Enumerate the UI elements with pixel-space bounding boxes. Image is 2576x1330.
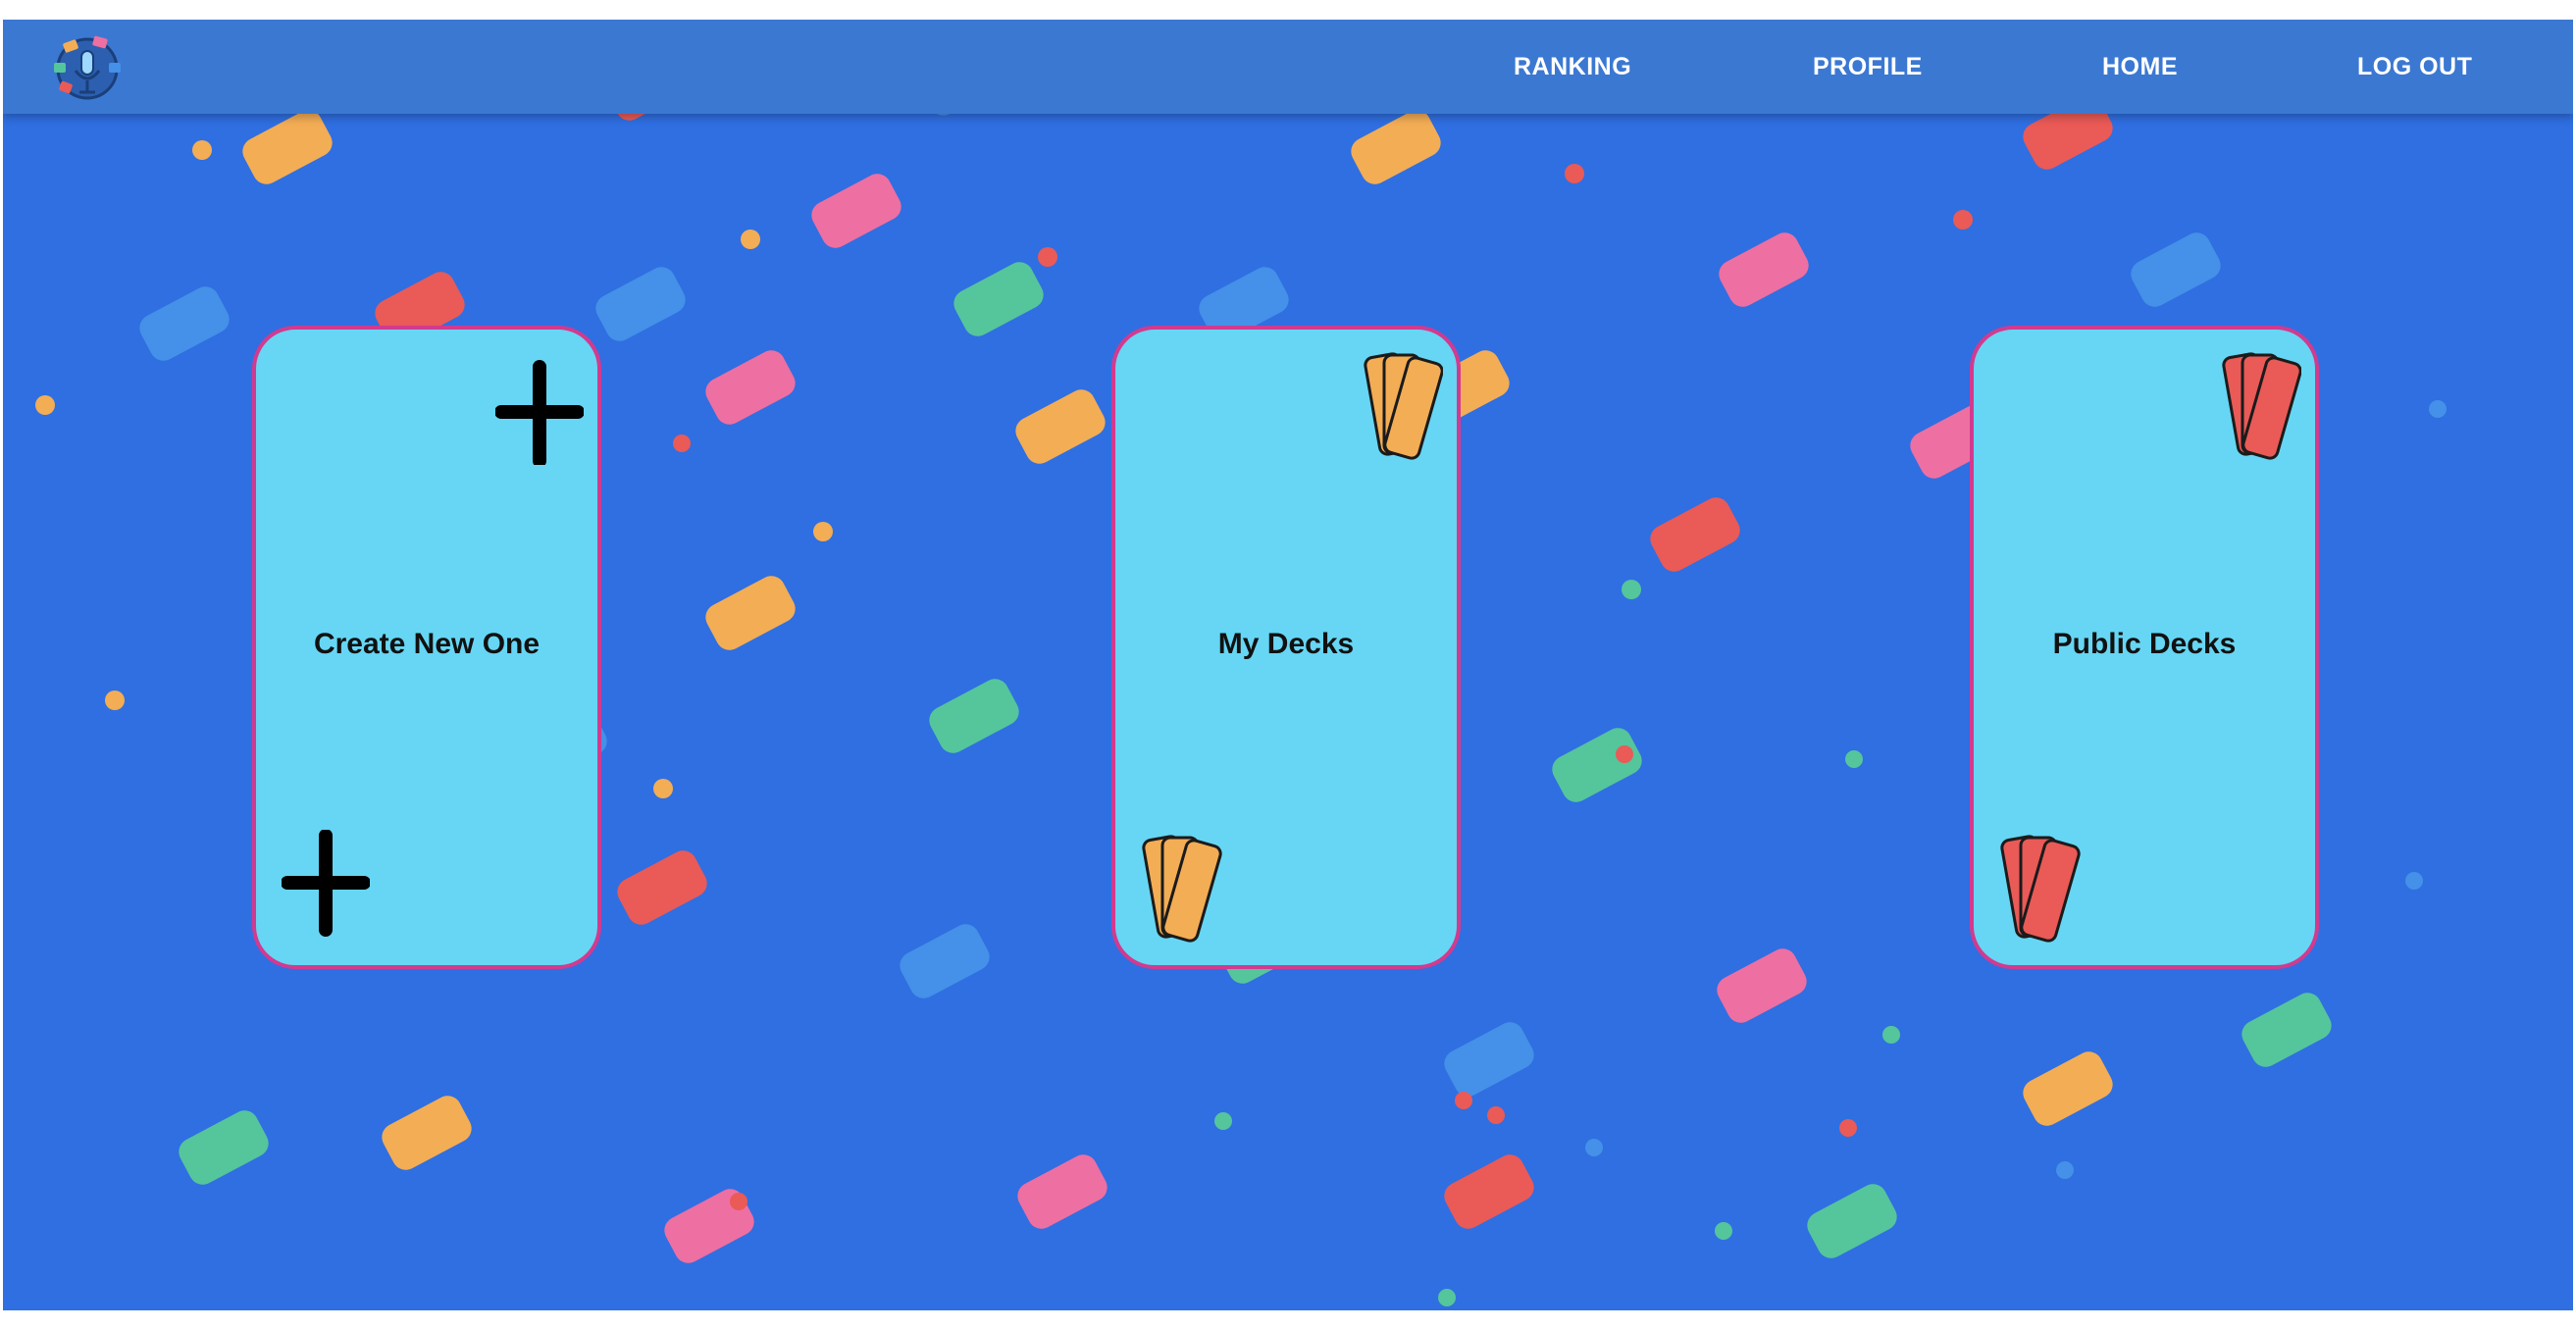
cards-icon — [2000, 835, 2081, 943]
confetti-dot — [2429, 400, 2447, 418]
card-title: Create New One — [313, 628, 541, 660]
confetti-dot — [1845, 750, 1863, 768]
confetti-dot — [2405, 872, 2423, 890]
confetti-dot — [2056, 1161, 2074, 1179]
plus-icon — [282, 830, 370, 937]
confetti-piece — [1012, 1150, 1112, 1234]
confetti-dot — [1565, 164, 1584, 183]
confetti-dot — [1616, 745, 1633, 763]
confetti-dot — [730, 1193, 747, 1210]
confetti-dot — [105, 691, 125, 710]
confetti-dot — [35, 395, 55, 415]
nav-profile-link[interactable]: PROFILE — [1813, 20, 1923, 114]
confetti-dot — [1455, 1092, 1472, 1109]
confetti-dot — [1585, 1139, 1603, 1156]
confetti-dot — [1438, 1289, 1456, 1306]
confetti-dot — [1214, 1112, 1232, 1130]
confetti-piece — [949, 257, 1049, 341]
card-title: My Decks — [1217, 628, 1355, 660]
confetti-piece — [1714, 228, 1814, 312]
confetti-piece — [1547, 723, 1647, 807]
confetti-piece — [134, 281, 234, 366]
create-new-deck-card[interactable]: Create New One — [252, 326, 601, 969]
confetti-dot — [813, 522, 833, 541]
confetti-dot — [653, 779, 673, 798]
app-background: RANKING PROFILE HOME LOG OUT Create New … — [3, 20, 2573, 1310]
confetti-piece — [1346, 105, 1446, 189]
nav-ranking-link[interactable]: RANKING — [1514, 20, 1631, 114]
confetti-dot — [1038, 247, 1057, 267]
plus-icon — [495, 360, 584, 465]
app-logo[interactable] — [46, 27, 129, 110]
confetti-piece — [895, 919, 995, 1003]
nav-home-link[interactable]: HOME — [2102, 20, 2178, 114]
confetti-piece — [924, 674, 1024, 758]
confetti-piece — [1439, 1017, 1539, 1101]
cards-icon — [1142, 835, 1222, 943]
confetti-piece — [806, 169, 906, 253]
confetti-piece — [2018, 1047, 2118, 1131]
confetti-dot — [1487, 1106, 1505, 1124]
confetti-piece — [2126, 228, 2226, 312]
confetti-piece — [1712, 944, 1812, 1028]
confetti-dot — [673, 435, 691, 452]
my-decks-card[interactable]: My Decks — [1111, 326, 1461, 969]
confetti-dot — [1839, 1119, 1857, 1137]
confetti-piece — [377, 1091, 477, 1175]
confetti-piece — [1439, 1150, 1539, 1234]
confetti-dot — [1715, 1222, 1732, 1240]
confetti-dot — [192, 140, 212, 160]
confetti-piece — [700, 345, 800, 430]
confetti-piece — [591, 262, 691, 346]
cards-icon — [2222, 352, 2301, 460]
confetti-piece — [2237, 988, 2337, 1072]
nav-logout-link[interactable]: LOG OUT — [2357, 20, 2472, 114]
card-title: Public Decks — [2052, 628, 2237, 660]
confetti-dot — [1622, 580, 1641, 599]
confetti-piece — [612, 845, 712, 930]
confetti-dot — [741, 230, 760, 249]
confetti-dot — [1953, 210, 1973, 230]
cards-icon — [1364, 352, 1443, 460]
confetti-piece — [174, 1105, 274, 1190]
confetti-piece — [700, 571, 800, 655]
public-decks-card[interactable]: Public Decks — [1970, 326, 2319, 969]
top-navbar: RANKING PROFILE HOME LOG OUT — [3, 20, 2573, 114]
confetti-piece — [1645, 492, 1745, 577]
confetti-piece — [1010, 384, 1110, 469]
confetti-piece — [237, 105, 337, 189]
confetti-dot — [1882, 1026, 1900, 1044]
confetti-piece — [1802, 1179, 1902, 1263]
